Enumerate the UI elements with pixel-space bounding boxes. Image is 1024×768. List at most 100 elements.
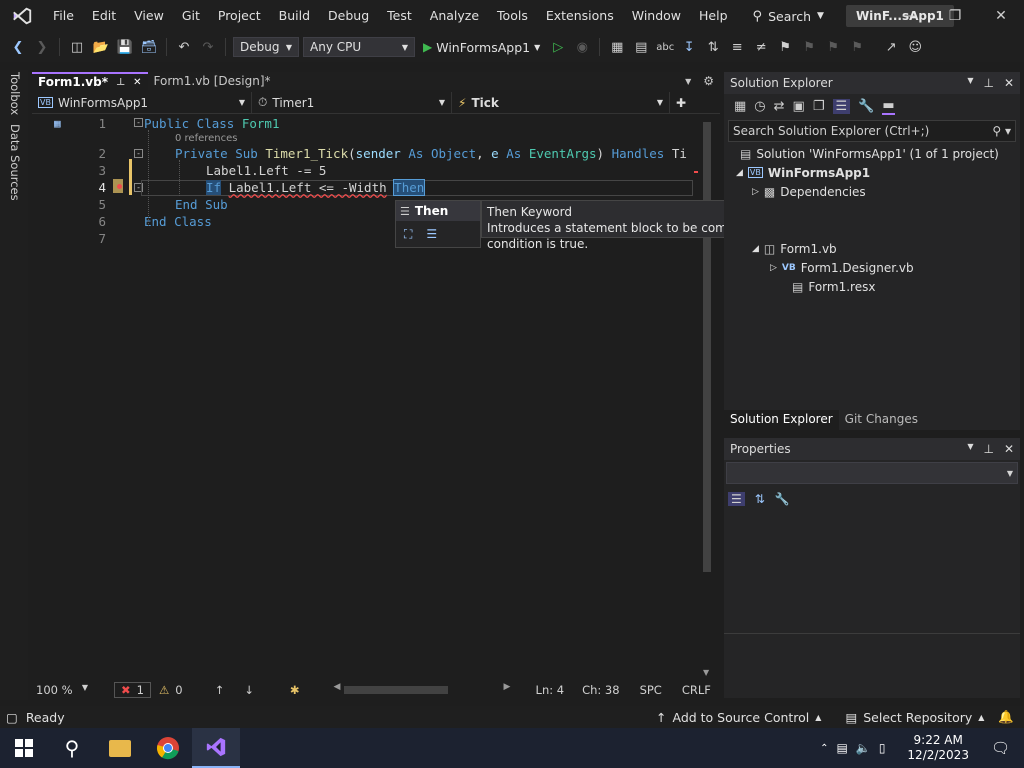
error-count-button[interactable]: ✖ 1 [114,682,151,698]
tree-item-form1-designer[interactable]: ▷ VB Form1.Designer.vb [770,258,914,277]
categorized-icon[interactable]: ☰ [728,492,745,506]
switch-views-icon[interactable]: ▦ [734,99,746,114]
menu-build[interactable]: Build [270,0,319,32]
preview-icon[interactable]: ▬ [882,98,895,115]
completion-item[interactable]: ☰ Then [396,201,480,221]
collapsed-arrow-icon[interactable]: ▷ [770,263,777,273]
intellisense-completion-list[interactable]: ☰ Then ⛶ ☰ [395,200,481,248]
new-project-icon[interactable]: ◫ [67,37,87,57]
configuration-select[interactable]: Debug ▼ [233,37,299,57]
tree-item-solution[interactable]: ▤ Solution 'WinFormsApp1' (1 of 1 projec… [740,144,999,163]
collapsed-arrow-icon[interactable]: ▷ [752,187,759,197]
menu-view[interactable]: View [125,0,173,32]
pin-icon[interactable]: ⊥ [983,442,993,456]
global-search-button[interactable]: ⚲ Search ▼ [745,0,832,32]
editor-vertical-scrollbar[interactable]: ▼ [698,114,716,680]
add-source-control-button[interactable]: ↑ Add to Source Control ▲ [656,710,821,725]
tab-form1-design[interactable]: Form1.vb [Design]* [148,72,277,90]
line-ending-indicator[interactable]: CRLF [682,683,711,697]
property-pages-icon[interactable]: 🔧 [775,492,790,506]
save-icon[interactable]: 💾 [115,37,135,57]
menu-edit[interactable]: Edit [83,0,125,32]
warning-count-button[interactable]: ⚠ 0 [159,683,183,697]
scroll-down-icon[interactable]: ▼ [703,668,709,677]
layout-icon[interactable]: ▤ [631,37,651,57]
feedback-icon[interactable]: ☺ [905,37,925,57]
sync-icon[interactable]: ⇄ [774,99,785,114]
maximize-button[interactable]: ❐ [932,0,978,32]
notification-center-icon[interactable]: 🗨 [991,739,1010,757]
tab-overflow-button[interactable]: ▼ [679,72,697,90]
object-select[interactable]: ▼ [726,462,1018,484]
hot-reload-icon[interactable]: ◉ [572,37,592,57]
spell-check-icon[interactable]: abc [655,37,675,57]
menu-tools[interactable]: Tools [488,0,537,32]
chrome-button[interactable] [144,728,192,768]
network-icon[interactable]: ▤ [837,741,848,755]
pin-icon[interactable]: ⊥ [116,77,125,88]
menu-project[interactable]: Project [209,0,270,32]
browse-icon[interactable]: ▦ [607,37,627,57]
tree-item-form1-resx[interactable]: ▤ Form1.resx [792,277,875,296]
codelens-indicator-icon[interactable]: ▦ [54,117,61,130]
navigate-forward-icon[interactable]: ❯ [32,37,52,57]
scroll-right-icon[interactable]: ▶ [504,682,511,692]
keyword-filter-icon[interactable]: ☰ [426,227,437,241]
align-left-icon[interactable]: ≡ [727,37,747,57]
bookmark-next-icon[interactable]: ⚑ [823,37,843,57]
scrollbar-thumb[interactable] [703,122,711,572]
chevron-down-icon[interactable]: ▼ [967,442,973,456]
line-indicator[interactable]: Ln: 4 [536,683,565,697]
platform-select[interactable]: Any CPU ▼ [303,37,415,57]
scrollbar-thumb[interactable] [343,686,448,694]
tab-settings-button[interactable]: ⚙ [697,72,720,90]
volume-icon[interactable]: 🔈 [856,741,871,755]
whitespace-indicator[interactable]: SPC [640,683,662,697]
menu-git[interactable]: Git [173,0,209,32]
menu-extensions[interactable]: Extensions [537,0,623,32]
next-issue-icon[interactable]: ↓ [244,683,254,697]
minimize-button[interactable]: — [886,0,932,32]
menu-debug[interactable]: Debug [319,0,378,32]
bookmark-clear-icon[interactable]: ⚑ [847,37,867,57]
step-into-icon[interactable]: ↧ [679,37,699,57]
code-editor[interactable]: ▦ 1 2 3 4 5 6 7 - - - Public Class Form1… [32,114,716,680]
alphabetical-icon[interactable]: ⇅ [755,492,765,506]
filter-icon[interactable]: ☰ [832,98,851,114]
object-dropdown[interactable]: ⏱ Timer1 ▼ [252,91,452,114]
file-explorer-button[interactable] [96,728,144,768]
menu-window[interactable]: Window [623,0,690,32]
tab-solution-explorer[interactable]: Solution Explorer [724,410,839,430]
properties-wrench-icon[interactable]: 🔧 [858,99,874,114]
collapse-class-icon[interactable]: - [134,118,143,127]
menu-help[interactable]: Help [690,0,737,32]
bookmark-prev-icon[interactable]: ⚑ [799,37,819,57]
redo-icon[interactable]: ↷ [198,37,218,57]
visual-studio-button[interactable] [192,728,240,768]
chevron-up-icon[interactable]: ⌃ [820,743,828,754]
previous-issue-icon[interactable]: ↑ [215,683,225,697]
project-dropdown[interactable]: VB WinFormsApp1 ▼ [32,91,252,114]
split-editor-button[interactable]: ✚ [670,92,692,114]
navigate-back-icon[interactable]: ❮ [8,37,28,57]
expanded-arrow-icon[interactable]: ◢ [736,168,743,178]
solution-search-input[interactable]: Search Solution Explorer (Ctrl+;) ⚲ ▾ [728,120,1016,142]
collapse-sub-icon[interactable]: - [134,149,143,158]
snippet-filter-icon[interactable]: ⛶ [404,227,412,242]
toolbox-tab[interactable]: Toolbox [8,72,22,115]
data-sources-tab[interactable]: Data Sources [8,124,22,201]
menu-file[interactable]: File [44,0,83,32]
clock[interactable]: 9:22 AM 12/2/2023 [907,733,969,763]
compare-icon[interactable]: ⇅ [703,37,723,57]
editor-horizontal-scrollbar[interactable]: ◀ ▶ [334,682,514,695]
member-dropdown[interactable]: ⚡ Tick ▼ [452,91,670,114]
start-without-debugging-icon[interactable]: ▷ [548,37,568,57]
menu-test[interactable]: Test [378,0,421,32]
comment-icon[interactable]: ≠ [751,37,771,57]
tree-item-project[interactable]: ◢ VB WinFormsApp1 [736,163,870,182]
select-repository-button[interactable]: ▤ Select Repository ▲ [845,710,984,725]
chevron-down-icon[interactable]: ▼ [967,76,973,90]
tab-form1-vb[interactable]: Form1.vb* ⊥ ✕ [32,72,148,90]
pin-icon[interactable]: ⊥ [983,76,993,90]
scroll-left-icon[interactable]: ◀ [334,682,341,692]
